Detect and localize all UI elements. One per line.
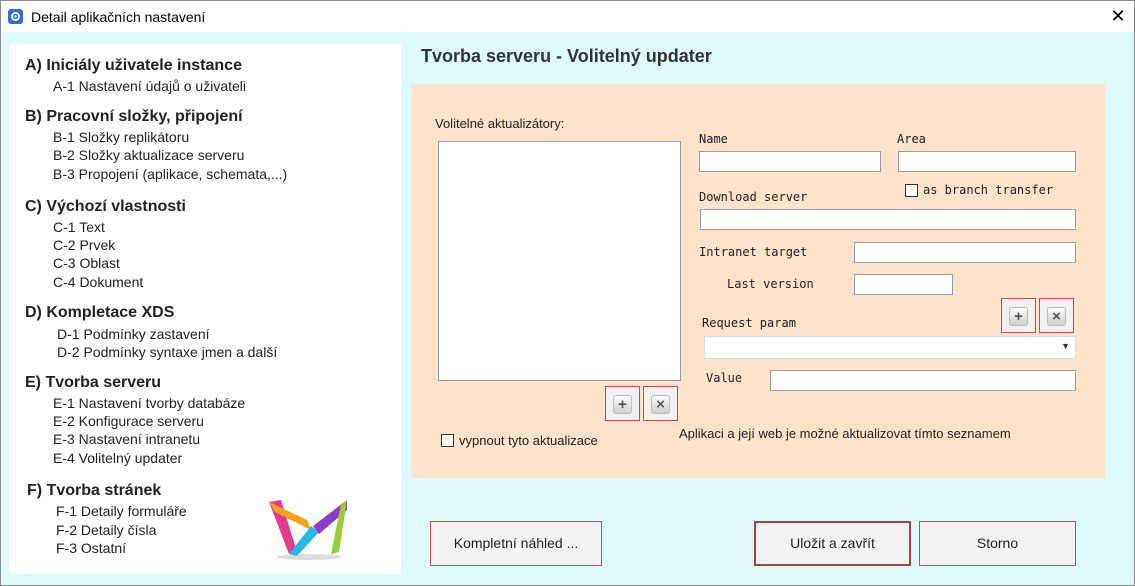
- chevron-down-icon: ▼: [1061, 341, 1070, 351]
- disable-updates-label: vypnout tyto aktualizace: [459, 433, 598, 448]
- updaters-label: Volitelné aktualizátory:: [435, 116, 565, 131]
- cancel-button[interactable]: Storno: [919, 521, 1076, 566]
- plus-icon: +: [1009, 306, 1028, 326]
- sidebar-item-f3[interactable]: F-3 Ostatní: [56, 540, 126, 556]
- client-area: A) Iniciály uživatele instance A-1 Nasta…: [1, 32, 1134, 585]
- sidebar-item-e3[interactable]: E-3 Nastavení intranetu: [53, 431, 200, 447]
- sidebar-item-f2[interactable]: F-2 Detaily čísla: [56, 522, 156, 538]
- intranet-target-input[interactable]: [854, 242, 1076, 263]
- section-title-e: E) Tvorba serveru: [25, 374, 162, 391]
- remove-icon: ×: [1047, 306, 1066, 326]
- value-input[interactable]: [770, 370, 1076, 391]
- name-label: Name: [699, 132, 728, 146]
- updater-panel: Volitelné aktualizátory: + × vypnout tyt…: [411, 84, 1105, 478]
- branch-transfer-label: as branch transfer: [923, 183, 1054, 197]
- title-bar: Detail aplikačních nastavení ✕: [1, 1, 1134, 32]
- sidebar-item-f1[interactable]: F-1 Detaily formuláře: [56, 503, 187, 519]
- sidebar-item-e4[interactable]: E-4 Volitelný updater: [53, 450, 182, 466]
- area-input[interactable]: [898, 151, 1076, 172]
- sidebar-item-c4[interactable]: C-4 Dokument: [53, 274, 143, 290]
- sidebar-item-d1[interactable]: D-1 Podmínky zastavení: [57, 326, 210, 342]
- section-title-d: D) Kompletace XDS: [25, 304, 175, 321]
- page-title: Tvorba serveru - Volitelný updater: [421, 46, 712, 66]
- app-window: Detail aplikačních nastavení ✕ A) Iniciá…: [0, 0, 1135, 586]
- sidebar-item-e2[interactable]: E-2 Konfigurace serveru: [53, 413, 204, 429]
- section-title-b: B) Pracovní složky, připojení: [25, 108, 243, 125]
- gear-icon: [8, 9, 23, 24]
- disable-updates-checkbox[interactable]: [441, 434, 454, 447]
- request-param-label: Request param: [702, 316, 796, 330]
- info-text: Aplikaci a její web je možné aktualizova…: [679, 426, 1011, 441]
- sidebar-item-a1[interactable]: A-1 Nastavení údajů o uživateli: [53, 78, 246, 94]
- remove-icon: ×: [651, 394, 670, 414]
- value-label: Value: [706, 371, 743, 385]
- preview-button[interactable]: Kompletní náhled ...: [430, 521, 602, 566]
- sidebar-item-c2[interactable]: C-2 Prvek: [53, 237, 115, 253]
- intranet-target-label: Intranet target: [699, 245, 808, 259]
- brand-logo: [269, 500, 347, 560]
- last-version-input[interactable]: [854, 274, 953, 295]
- sidebar-nav: A) Iniciály uživatele instance A-1 Nasta…: [9, 44, 401, 574]
- last-version-label: Last version: [727, 277, 814, 291]
- sidebar-item-c1[interactable]: C-1 Text: [53, 219, 105, 235]
- name-input[interactable]: [699, 151, 881, 172]
- download-server-input[interactable]: [700, 209, 1076, 230]
- remove-updater-button[interactable]: ×: [643, 386, 678, 421]
- plus-icon: +: [613, 394, 632, 414]
- add-updater-button[interactable]: +: [605, 386, 640, 421]
- area-label: Area: [897, 132, 926, 146]
- save-close-button[interactable]: Uložit a zavřít: [754, 521, 911, 566]
- section-title-a: A) Iniciály uživatele instance: [25, 57, 242, 74]
- updaters-list[interactable]: [438, 141, 681, 381]
- download-server-label: Download server: [699, 190, 808, 204]
- sidebar-item-b3[interactable]: B-3 Propojení (aplikace, schemata,...): [53, 166, 287, 182]
- close-icon[interactable]: ✕: [1105, 4, 1131, 28]
- request-param-select[interactable]: ▼: [704, 336, 1076, 359]
- sidebar-item-c3[interactable]: C-3 Oblast: [53, 255, 120, 271]
- window-title: Detail aplikačních nastavení: [31, 9, 206, 25]
- sidebar-item-e1[interactable]: E-1 Nastavení tvorby databáze: [53, 395, 245, 411]
- section-title-c: C) Výchozí vlastnosti: [25, 198, 186, 215]
- branch-transfer-checkbox[interactable]: [905, 184, 918, 197]
- remove-param-button[interactable]: ×: [1039, 298, 1074, 333]
- sidebar-item-d2[interactable]: D-2 Podmínky syntaxe jmen a další: [57, 344, 277, 360]
- add-param-button[interactable]: +: [1001, 298, 1036, 333]
- sidebar-item-b2[interactable]: B-2 Složky aktualizace serveru: [53, 147, 244, 163]
- section-title-f: F) Tvorba stránek: [27, 482, 162, 499]
- sidebar-item-b1[interactable]: B-1 Složky replikátoru: [53, 129, 189, 145]
